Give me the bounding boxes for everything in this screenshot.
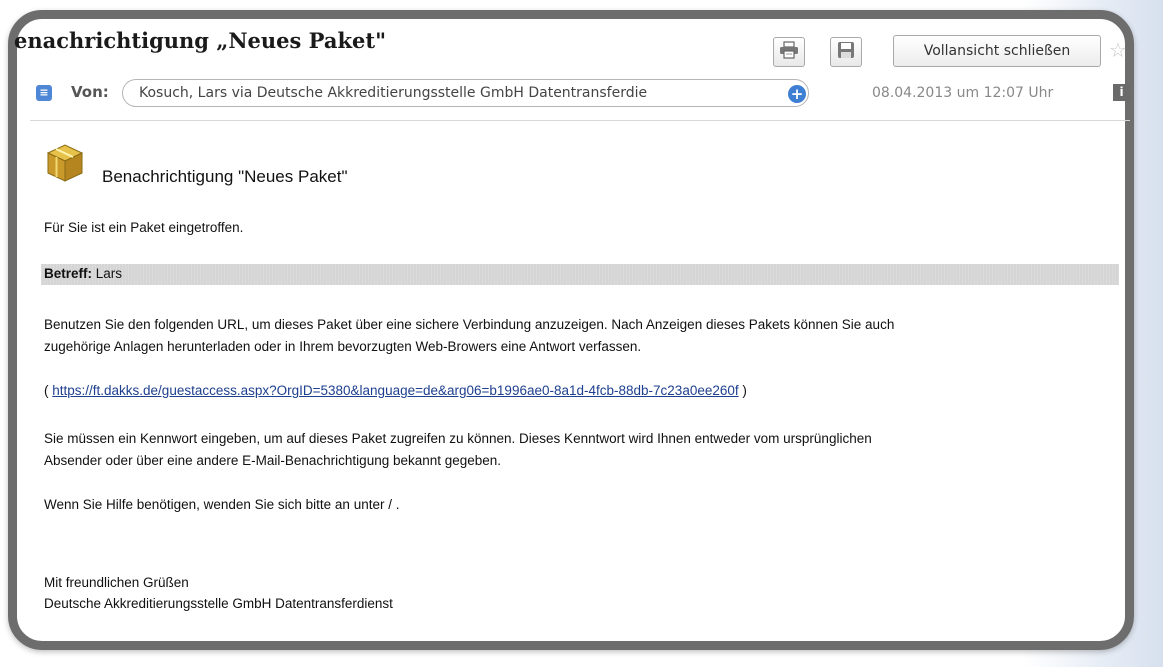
close-full-view-button[interactable]: Vollansicht schließen xyxy=(893,35,1101,67)
password-line-2: Absender oder über eine andere E-Mail-Be… xyxy=(44,453,502,468)
expand-icon[interactable]: ≡ xyxy=(36,85,52,101)
link-close-paren: ) xyxy=(738,383,747,398)
print-button[interactable] xyxy=(773,37,805,67)
save-button[interactable] xyxy=(830,37,862,67)
email-subject-title: enachrichtigung „Neues Paket" xyxy=(14,28,387,53)
url-instructions-line-2: zugehörige Anlagen herunterladen oder in… xyxy=(44,339,642,354)
from-label: Von: xyxy=(71,83,109,101)
guest-access-link[interactable]: https://ft.dakks.de/guestaccess.aspx?Org… xyxy=(52,383,738,398)
toolbar xyxy=(773,35,862,69)
subject-bar: Betreff: Lars xyxy=(41,264,1119,285)
link-open-paren: ( xyxy=(44,383,53,398)
package-icon xyxy=(44,141,86,187)
header-divider xyxy=(30,120,1130,121)
received-date: 08.04.2013 um 12:07 Uhr xyxy=(872,85,1054,101)
url-instructions-line-1: Benutzen Sie den folgenden URL, um diese… xyxy=(44,317,895,332)
password-line-1: Sie müssen ein Kennwort eingeben, um auf… xyxy=(44,431,872,446)
add-contact-icon[interactable]: + xyxy=(788,85,806,103)
message-heading: Benachrichtigung "Neues Paket" xyxy=(102,167,348,186)
subject-value: Lars xyxy=(95,266,123,281)
link-line: ( https://ft.dakks.de/guestaccess.aspx?O… xyxy=(44,383,747,398)
intro-text: Für Sie ist ein Paket eingetroffen. xyxy=(44,220,244,235)
subject-label: Betreff: xyxy=(44,266,93,281)
sender-row: ≡ Von: Kosuch, Lars via Deutsche Akkredi… xyxy=(24,79,1134,109)
sender-field[interactable]: Kosuch, Lars via Deutsche Akkreditierung… xyxy=(122,79,809,107)
signature-text: Deutsche Akkreditierungsstelle GmbH Date… xyxy=(44,596,393,611)
info-icon[interactable]: i xyxy=(1113,84,1130,101)
help-text: Wenn Sie Hilfe benötigen, wenden Sie sic… xyxy=(44,497,400,512)
closing-text: Mit freundlichen Grüßen xyxy=(44,575,189,590)
save-icon xyxy=(837,41,855,63)
print-icon xyxy=(779,41,799,63)
star-icon[interactable]: ☆ xyxy=(1109,40,1127,60)
subject-line: Betreff: Lars xyxy=(44,266,122,281)
